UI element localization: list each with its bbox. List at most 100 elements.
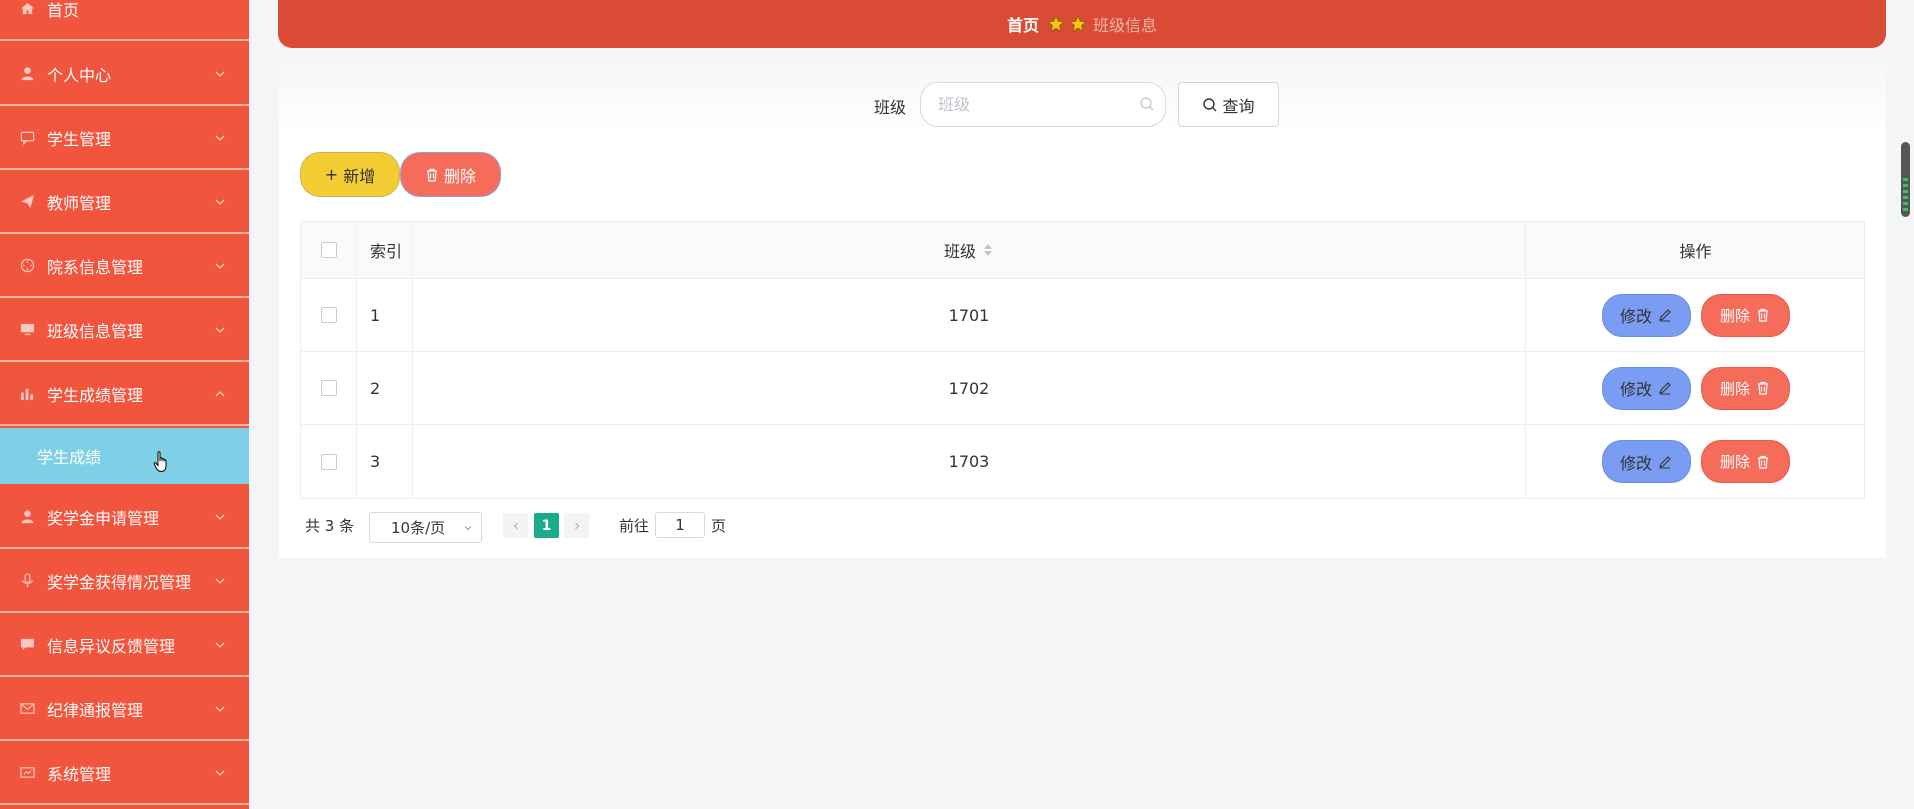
sidebar-item-grade-management[interactable]: 学生成绩管理 bbox=[0, 363, 249, 426]
header-actions: 操作 bbox=[1679, 242, 1712, 261]
sidebar-item-department-management[interactable]: 院系信息管理 bbox=[0, 235, 249, 298]
page-size-select[interactable]: 10条/页 bbox=[369, 512, 482, 543]
message-icon bbox=[19, 637, 35, 653]
sidebar-item-label: 奖学金申请管理 bbox=[47, 508, 160, 528]
row-index: 3 bbox=[357, 425, 413, 498]
goto-suffix: 页 bbox=[711, 517, 727, 535]
delete-button[interactable]: 删除 bbox=[1700, 366, 1790, 410]
row-select-cell bbox=[301, 352, 357, 424]
table-row: 2 1702 修改 删除 bbox=[301, 352, 1864, 425]
edit-button[interactable]: 修改 bbox=[1601, 366, 1691, 410]
page-number-current[interactable]: 1 bbox=[534, 513, 559, 538]
edit-icon bbox=[1659, 382, 1671, 395]
row-class: 1702 bbox=[413, 352, 1526, 424]
query-button[interactable]: 查询 bbox=[1178, 82, 1279, 127]
chevron-down-icon bbox=[215, 327, 225, 333]
compass-icon bbox=[19, 258, 35, 274]
chevron-left-icon bbox=[513, 522, 518, 529]
search-input[interactable] bbox=[920, 82, 1166, 127]
next-page-button[interactable] bbox=[564, 513, 589, 538]
delete-button[interactable]: 删除 bbox=[1700, 440, 1790, 483]
chevron-down-icon bbox=[215, 71, 225, 77]
main-panel: 班级 查询 + 新增 删除 索引 班级 操作 1 1701 修改 删 bbox=[279, 58, 1886, 558]
page-scrollbar[interactable] bbox=[1901, 142, 1910, 217]
sidebar-item-label: 个人中心 bbox=[47, 65, 112, 85]
row-checkbox[interactable] bbox=[320, 307, 337, 323]
sidebar-item-scholarship-awards[interactable]: 奖学金获得情况管理 bbox=[0, 550, 249, 613]
trash-icon bbox=[1758, 381, 1768, 395]
search-icon bbox=[1140, 97, 1154, 111]
sidebar-item-teacher-management[interactable]: 教师管理 bbox=[0, 171, 249, 234]
sidebar-item-label: 学生管理 bbox=[47, 129, 112, 149]
chevron-down-icon bbox=[215, 578, 225, 584]
sidebar-item-feedback-management[interactable]: 信息异议反馈管理 bbox=[0, 614, 249, 677]
chart-icon bbox=[19, 386, 35, 402]
select-all-checkbox[interactable] bbox=[320, 242, 337, 258]
sidebar-item-scholarship-application[interactable]: 奖学金申请管理 bbox=[0, 486, 249, 549]
goto-label: 前往 bbox=[619, 517, 650, 535]
search-icon bbox=[1203, 97, 1217, 111]
trash-icon bbox=[426, 168, 437, 182]
row-index: 2 bbox=[357, 352, 413, 424]
hand-cursor-icon bbox=[153, 451, 167, 473]
query-button-label: 查询 bbox=[1222, 96, 1255, 116]
row-actions: 修改 删除 bbox=[1526, 279, 1865, 351]
edit-button[interactable]: 修改 bbox=[1601, 293, 1691, 337]
page-size-value: 10条/页 bbox=[391, 519, 446, 537]
sidebar-item-label: 院系信息管理 bbox=[47, 257, 144, 277]
sidebar-subitem-student-grades[interactable]: 学生成绩 bbox=[0, 428, 249, 484]
row-checkbox[interactable] bbox=[320, 380, 337, 396]
sidebar-item-label: 首页 bbox=[47, 0, 80, 20]
row-index: 1 bbox=[357, 279, 413, 351]
monitor-icon bbox=[19, 322, 35, 338]
row-actions: 修改 删除 bbox=[1526, 425, 1865, 498]
header-class-label: 班级 bbox=[943, 242, 976, 261]
batch-delete-button[interactable]: 删除 bbox=[400, 152, 501, 197]
chevron-down-icon bbox=[215, 642, 225, 648]
breadcrumb-home[interactable]: 首页 bbox=[1007, 12, 1039, 36]
user-icon bbox=[19, 66, 35, 82]
sort-icon[interactable] bbox=[982, 241, 994, 259]
sidebar-item-label: 系统管理 bbox=[47, 764, 112, 784]
header-select-cell bbox=[301, 222, 357, 278]
search-label: 班级 bbox=[874, 98, 907, 117]
row-select-cell bbox=[301, 425, 357, 498]
delete-button[interactable]: 删除 bbox=[1700, 293, 1790, 337]
add-button[interactable]: + 新增 bbox=[300, 152, 400, 197]
user-icon bbox=[19, 509, 35, 525]
sidebar-subitem-label: 学生成绩 bbox=[37, 448, 102, 467]
sidebar-item-personal-center[interactable]: 个人中心 bbox=[0, 43, 249, 106]
sidebar-item-label: 纪律通报管理 bbox=[47, 700, 144, 720]
batch-delete-button-label: 删除 bbox=[443, 166, 476, 186]
class-table: 索引 班级 操作 1 1701 修改 删除 2 1702 修改 删除 3 170… bbox=[300, 221, 1865, 499]
delete-button-label: 删除 bbox=[1719, 453, 1750, 471]
goto-page-input[interactable] bbox=[655, 512, 705, 538]
sidebar-item-system-management[interactable]: 系统管理 bbox=[0, 742, 249, 805]
row-checkbox[interactable] bbox=[320, 453, 337, 470]
sidebar-item-home[interactable]: 首页 bbox=[0, 0, 249, 41]
header-class[interactable]: 班级 bbox=[413, 222, 1526, 278]
header-index: 索引 bbox=[357, 222, 413, 278]
chat-icon bbox=[19, 130, 35, 146]
row-class: 1703 bbox=[413, 425, 1526, 498]
settings-icon bbox=[19, 765, 35, 781]
sidebar: 首页 个人中心 学生管理 教师管理 院系信息管理 班级信息管理 学生成绩管理 学… bbox=[0, 0, 249, 809]
edit-button-label: 修改 bbox=[1619, 380, 1652, 399]
row-class: 1701 bbox=[413, 279, 1526, 351]
table-header: 索引 班级 操作 bbox=[301, 222, 1864, 279]
sidebar-item-discipline-notice[interactable]: 纪律通报管理 bbox=[0, 678, 249, 741]
sidebar-item-label: 教师管理 bbox=[47, 193, 112, 213]
sidebar-item-student-management[interactable]: 学生管理 bbox=[0, 107, 249, 170]
chevron-down-icon bbox=[215, 135, 225, 141]
sidebar-item-class-management[interactable]: 班级信息管理 bbox=[0, 299, 249, 362]
delete-button-label: 删除 bbox=[1719, 306, 1750, 325]
add-button-label: 新增 bbox=[343, 166, 376, 186]
sidebar-item-label: 奖学金获得情况管理 bbox=[47, 572, 192, 592]
edit-button[interactable]: 修改 bbox=[1601, 440, 1691, 483]
pagination-total: 共 3 条 bbox=[305, 517, 355, 535]
chevron-down-icon bbox=[215, 263, 225, 269]
breadcrumb-current: 班级信息 bbox=[1093, 16, 1158, 35]
prev-page-button[interactable] bbox=[503, 513, 528, 538]
mail-icon bbox=[19, 701, 35, 717]
chevron-up-icon bbox=[215, 390, 225, 396]
